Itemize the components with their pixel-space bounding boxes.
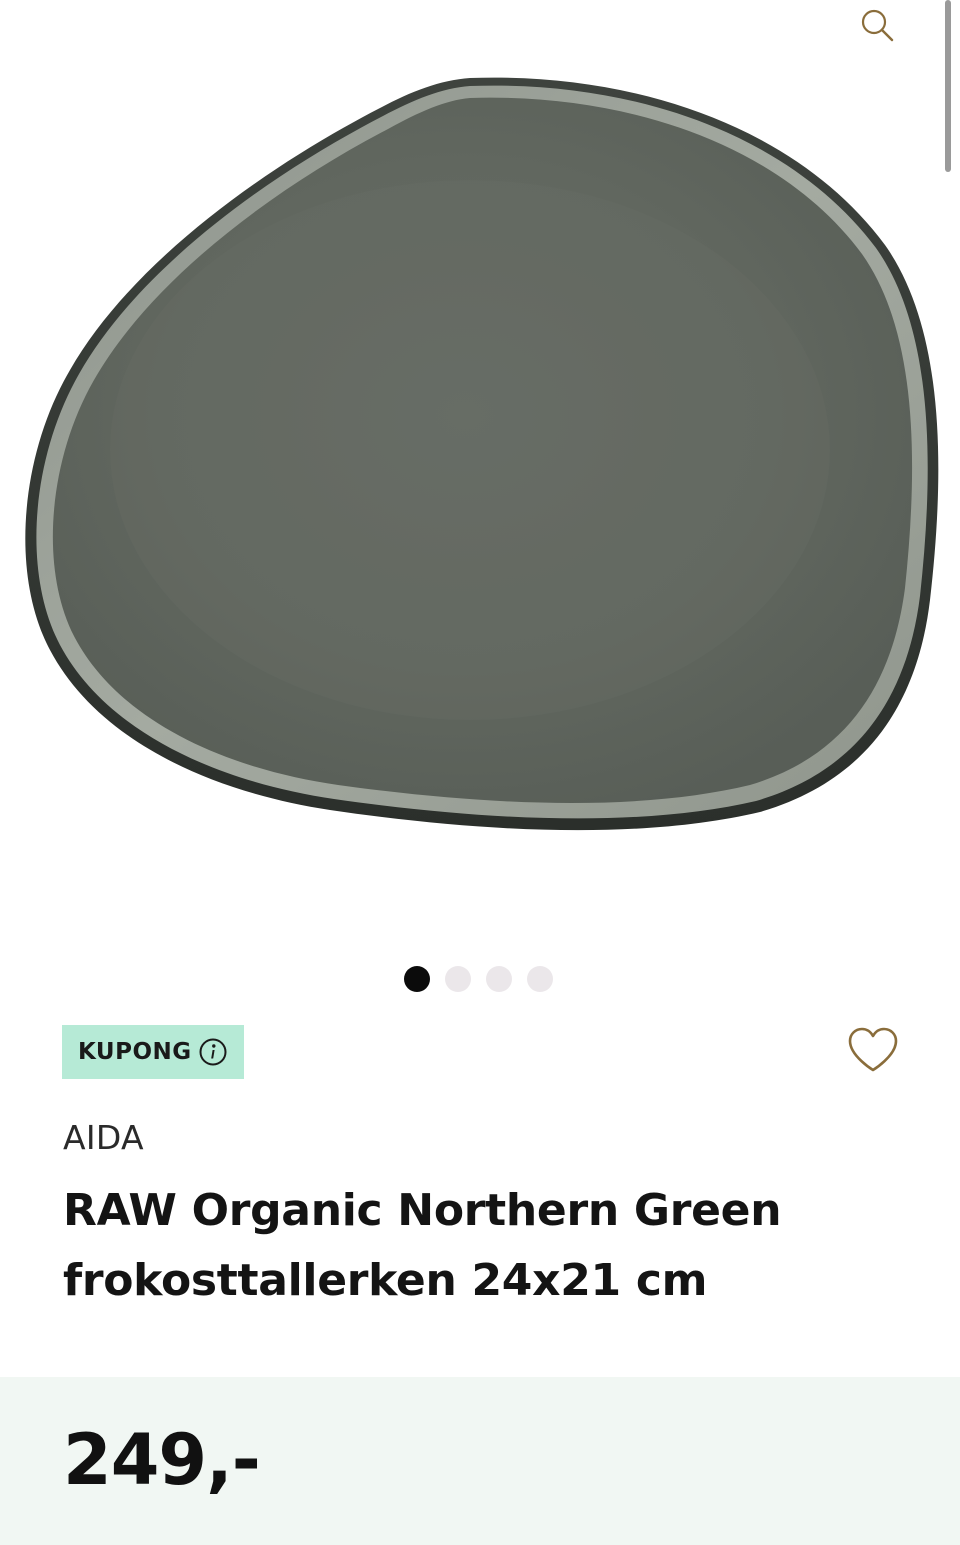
heart-outline-icon (848, 1027, 898, 1072)
plate-texture (110, 180, 830, 720)
search-icon (861, 9, 894, 42)
coupon-badge[interactable]: KUPONG (62, 1025, 244, 1079)
product-title: RAW Organic Northern Green frokosttaller… (63, 1185, 782, 1306)
plate-illustration (25, 77, 939, 831)
search-button[interactable] (852, 2, 902, 48)
carousel-dot-4[interactable] (527, 966, 553, 992)
product-image[interactable] (0, 0, 960, 930)
product-brand[interactable]: AIDA (63, 1118, 144, 1157)
carousel-indicator (404, 965, 553, 993)
info-icon[interactable] (198, 1037, 228, 1067)
product-price: 249,- (63, 1419, 261, 1501)
coupon-badge-label: KUPONG (78, 1039, 192, 1065)
carousel-dot-1[interactable] (404, 966, 430, 992)
favorite-button[interactable] (843, 1022, 903, 1078)
product-page: KUPONG AIDA RAW Organic Northern Green f… (0, 0, 960, 1545)
scrollbar[interactable] (945, 0, 951, 172)
carousel-dot-3[interactable] (486, 966, 512, 992)
carousel-dot-2[interactable] (445, 966, 471, 992)
